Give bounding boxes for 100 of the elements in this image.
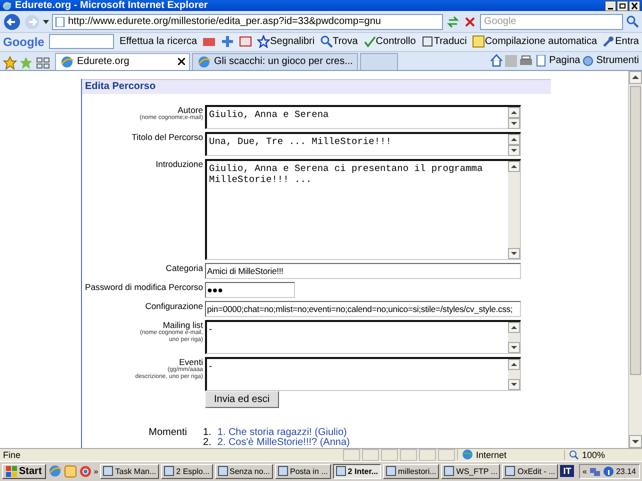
taskbar-button[interactable]: 2 Inter... xyxy=(332,464,382,479)
taskbar-button[interactable]: millestori... xyxy=(383,464,440,479)
scroll-down-icon[interactable] xyxy=(508,118,520,129)
status-panel xyxy=(362,448,379,461)
caret-icon[interactable] xyxy=(43,20,49,24)
printer-icon[interactable] xyxy=(519,54,534,67)
google-search-field[interactable] xyxy=(49,34,114,50)
close-icon[interactable] xyxy=(629,0,640,11)
scroll-up-icon[interactable] xyxy=(508,358,520,370)
field-label: Mailing list xyxy=(162,320,203,330)
scroll-up-icon[interactable] xyxy=(508,160,520,172)
text-area[interactable]: - xyxy=(205,320,521,354)
taskbar-button[interactable]: Task Man... xyxy=(100,464,160,479)
network-icon[interactable] xyxy=(588,466,601,477)
toolbar-button[interactable]: Compilazione automatica xyxy=(484,36,598,48)
start-button[interactable]: Start xyxy=(2,464,46,479)
browser-icon[interactable] xyxy=(78,464,92,478)
scroll-down-icon[interactable] xyxy=(508,378,520,390)
language-indicator[interactable]: IT xyxy=(560,465,574,478)
info-icon[interactable] xyxy=(602,466,614,477)
more-button[interactable]: » xyxy=(94,466,98,476)
list-number: 2. xyxy=(203,438,212,448)
scroll-down-icon[interactable] xyxy=(508,144,520,156)
taskbar-button[interactable]: WS_FTP ... xyxy=(441,464,500,479)
status-text: Fine xyxy=(3,450,22,460)
scroll-down-icon[interactable] xyxy=(508,248,520,259)
ie-logo-icon xyxy=(2,0,12,11)
password-field[interactable]: ●●● xyxy=(205,282,295,298)
input-field[interactable]: pin=0000;chat=no;mlist=no;eventi=no;calend=no;unico=si;stile=/styles/cv_style.css; xyxy=(205,300,521,317)
stop-icon[interactable] xyxy=(463,14,477,28)
search-button[interactable]: Effettua la ricerca xyxy=(119,36,198,48)
page-icon[interactable] xyxy=(535,54,548,67)
window-icon xyxy=(164,466,174,476)
zoom-icon[interactable] xyxy=(569,450,579,460)
refresh-icon[interactable] xyxy=(446,14,460,28)
clock: 23.14 xyxy=(616,466,636,476)
form-title: Edita Percorso xyxy=(82,78,551,94)
window-icon xyxy=(103,466,114,476)
magnifier-icon[interactable] xyxy=(320,35,333,48)
field-label: Password di modifica Percorso xyxy=(85,282,203,292)
browser-icon xyxy=(48,464,62,478)
scroll-up-icon[interactable] xyxy=(508,134,520,145)
toolbar-button[interactable]: Controllo xyxy=(376,36,416,48)
scroll-up-icon[interactable] xyxy=(508,106,520,118)
moment-link[interactable]: 2. Cos'è MilleStorie!!!? (Anna) xyxy=(217,438,350,448)
plus-icon[interactable] xyxy=(221,35,234,48)
favorites-star-icon[interactable] xyxy=(3,56,17,70)
taskbar-button[interactable]: 2 Esplo... xyxy=(161,464,213,479)
security-zone: Internet xyxy=(476,450,507,460)
minimize-icon[interactable] xyxy=(605,0,616,11)
ie-page-icon xyxy=(60,54,74,69)
moment-link[interactable]: 1. Che storia ragazzi! (Giulio) xyxy=(217,428,347,438)
scroll-down-icon[interactable] xyxy=(508,342,520,353)
status-panel xyxy=(400,448,417,461)
command-button[interactable]: Pagina xyxy=(549,55,580,66)
text-area[interactable]: Una, Due, Tre ... MilleStorie!!! xyxy=(205,132,521,156)
window-icon xyxy=(336,466,346,476)
close-icon[interactable] xyxy=(178,58,185,66)
toolbar-button[interactable]: Segnalibri xyxy=(270,36,315,48)
spellcheck-icon[interactable] xyxy=(362,35,376,48)
zoom-level[interactable]: 100% xyxy=(582,450,606,460)
taskbar-button[interactable]: Posta in ... xyxy=(275,464,331,479)
browser-tab[interactable]: Edurete.org xyxy=(55,52,190,70)
taskbar-button[interactable]: Senza no... xyxy=(214,464,273,479)
globe-icon xyxy=(462,449,473,460)
toolbar-button[interactable]: Trova xyxy=(332,36,358,48)
home-icon[interactable] xyxy=(490,54,504,68)
toolbar-button[interactable]: Traduci xyxy=(434,36,467,48)
status-panel xyxy=(381,448,398,461)
window-icon xyxy=(386,466,396,476)
toolbar-icon[interactable] xyxy=(202,36,216,48)
status-panel xyxy=(343,448,360,461)
taskbar-button[interactable]: OxEdit - ... xyxy=(502,464,558,479)
text-area[interactable]: - xyxy=(205,356,521,391)
text-area[interactable]: Giulio, Anna e Serena ci presentano il programma MilleStorie!!! ... xyxy=(205,158,521,260)
scroll-up-icon[interactable] xyxy=(629,70,642,84)
toolbar-button[interactable]: Entra xyxy=(615,36,639,48)
command-button[interactable]: Strumenti xyxy=(596,55,639,66)
field-label: Eventi xyxy=(179,356,203,367)
gear-icon[interactable] xyxy=(582,54,594,67)
windows-flag-icon xyxy=(6,466,17,477)
search-icon[interactable] xyxy=(626,15,639,28)
submit-button[interactable]: Invia ed esci xyxy=(205,390,279,408)
address-field[interactable]: http://www.edurete.org/millestorie/edita_per.asp?id=33&pwdcomp=gnu xyxy=(52,14,443,30)
text-area[interactable]: Giulio, Anna e Serena xyxy=(205,104,521,129)
scroll-down-icon[interactable] xyxy=(629,434,642,448)
scroll-up-icon[interactable] xyxy=(508,322,520,333)
tray-expand-button[interactable]: « xyxy=(582,466,587,476)
input-field[interactable]: Amici di MilleStorie!!! xyxy=(205,262,521,279)
vertical-scrollbar[interactable] xyxy=(628,70,642,448)
status-panel xyxy=(419,448,436,461)
star-icon[interactable] xyxy=(257,35,270,48)
field-label: Autore xyxy=(178,104,203,115)
status-panel xyxy=(438,448,455,461)
window-icon xyxy=(218,466,228,476)
restore-icon[interactable] xyxy=(617,0,628,11)
browser-tab[interactable]: Gli scacchi: un gioco per cres... xyxy=(192,52,358,70)
window-icon xyxy=(444,466,454,476)
wrench-icon[interactable] xyxy=(602,35,616,48)
moments-label: Momenti xyxy=(148,428,188,440)
